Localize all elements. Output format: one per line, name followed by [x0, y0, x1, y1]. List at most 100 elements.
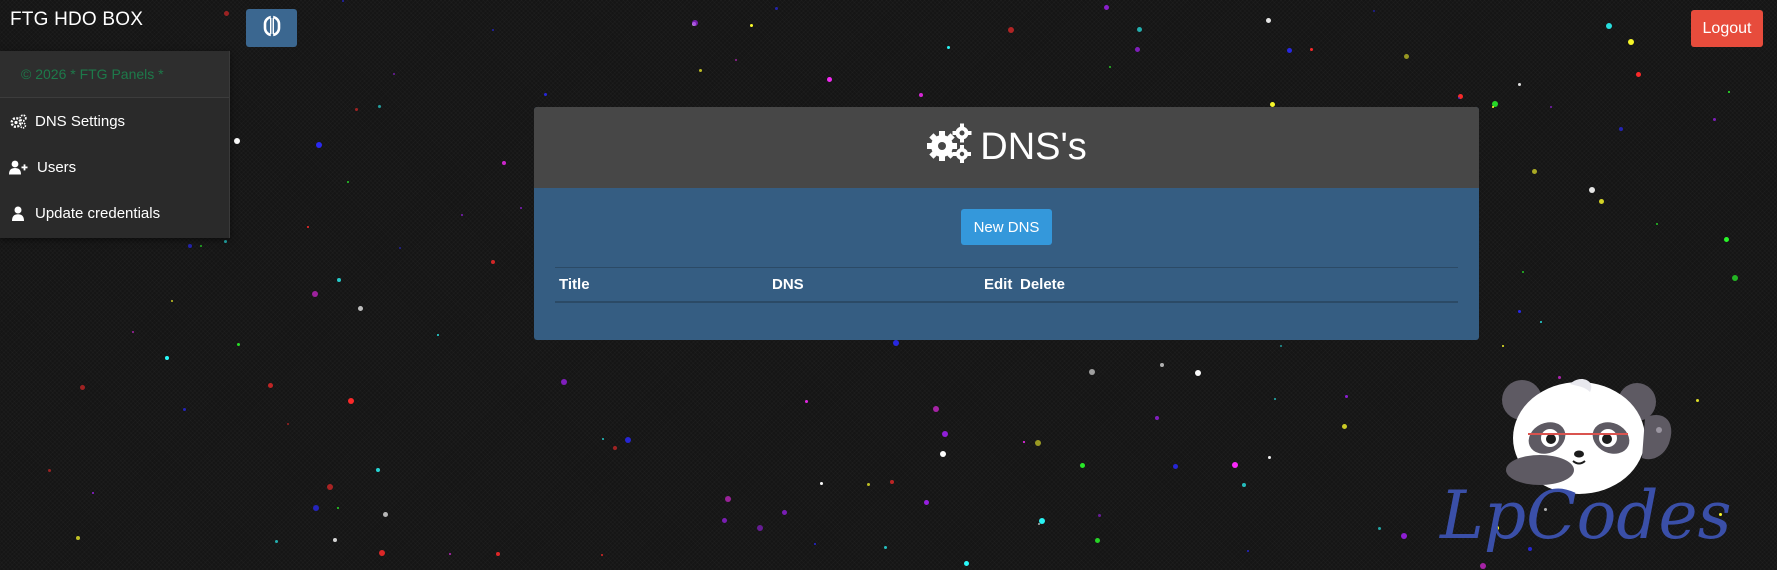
background-star — [613, 446, 617, 450]
background-star — [1619, 127, 1623, 131]
sidebar-item-dns-settings[interactable]: DNS Settings — [0, 98, 229, 144]
background-star — [1137, 27, 1142, 32]
background-star — [449, 553, 451, 555]
background-star — [234, 138, 240, 144]
background-star — [383, 512, 388, 517]
background-star — [1039, 518, 1045, 524]
background-star — [1480, 563, 1486, 569]
background-star — [1008, 27, 1014, 33]
background-star — [48, 469, 51, 472]
background-star — [200, 245, 202, 247]
sidebar-toggle-button[interactable] — [246, 9, 297, 47]
background-star — [379, 550, 385, 556]
background-star — [1089, 369, 1095, 375]
background-star — [1155, 416, 1159, 420]
background-star — [820, 482, 823, 485]
background-star — [1589, 187, 1595, 193]
sidebar-item-users[interactable]: Users — [0, 144, 229, 190]
sidebar-item-label: DNS Settings — [35, 112, 126, 130]
background-star — [1378, 527, 1381, 530]
background-star — [924, 500, 929, 505]
logout-button[interactable]: Logout — [1691, 10, 1763, 47]
background-star — [1636, 72, 1641, 77]
background-star — [1080, 463, 1085, 468]
sidebar-item-label: Update credentials — [35, 204, 161, 222]
dns-panel-header: DNS's — [534, 107, 1479, 188]
background-star — [342, 0, 344, 2]
background-star — [1280, 345, 1282, 347]
background-star — [1518, 310, 1521, 313]
dns-panel: DNS's New DNS Title DNS Edit Delete — [534, 107, 1479, 340]
background-star — [601, 554, 603, 556]
background-star — [1728, 91, 1730, 93]
background-star — [1458, 97, 1460, 99]
background-star — [544, 93, 547, 96]
background-star — [312, 291, 318, 297]
panda-mascot: LpCodes — [1439, 378, 1732, 554]
background-star — [1606, 23, 1612, 29]
background-star — [964, 561, 969, 566]
background-star — [347, 181, 349, 183]
background-star — [602, 438, 604, 440]
background-star — [725, 496, 731, 502]
background-star — [399, 247, 401, 249]
background-star — [1135, 47, 1140, 52]
background-star — [947, 46, 950, 49]
background-star — [1109, 66, 1111, 68]
sidebar-item-label: Users — [37, 158, 77, 176]
page-title: DNS's — [980, 126, 1087, 168]
background-star — [1274, 398, 1276, 400]
background-star — [1247, 550, 1249, 552]
background-star — [561, 379, 567, 385]
background-star — [313, 505, 319, 511]
background-star — [1656, 223, 1658, 225]
dns-table-header: Title DNS Edit Delete — [555, 267, 1458, 303]
background-star — [940, 451, 946, 457]
background-star — [1540, 321, 1542, 323]
gears-icon — [8, 113, 28, 129]
background-star — [1550, 106, 1552, 108]
background-star — [893, 340, 899, 346]
background-star — [1035, 440, 1041, 446]
background-star — [1104, 5, 1109, 10]
background-star — [1401, 533, 1407, 539]
background-star — [132, 331, 134, 333]
background-star — [1532, 169, 1537, 174]
background-star — [814, 543, 816, 545]
column-header-dns: DNS — [772, 276, 804, 293]
background-star — [502, 161, 506, 165]
background-star — [307, 226, 309, 228]
background-star — [80, 385, 85, 390]
background-star — [1628, 39, 1634, 45]
background-star — [333, 538, 337, 542]
column-header-title: Title — [559, 276, 590, 293]
background-star — [1268, 456, 1271, 459]
background-star — [378, 105, 381, 108]
background-star — [1266, 18, 1271, 23]
background-star — [1492, 106, 1494, 108]
background-star — [393, 73, 395, 75]
background-star — [1232, 462, 1238, 468]
background-star — [722, 518, 727, 523]
background-star — [287, 423, 289, 425]
background-star — [1599, 199, 1604, 204]
background-star — [316, 142, 322, 148]
background-star — [699, 69, 702, 72]
background-star — [224, 240, 227, 243]
new-dns-button[interactable]: New DNS — [961, 209, 1052, 245]
background-star — [165, 356, 169, 360]
background-star — [1522, 271, 1524, 273]
background-star — [496, 552, 500, 556]
background-star — [1310, 48, 1313, 51]
background-star — [268, 383, 273, 388]
background-star — [782, 510, 787, 515]
background-star — [437, 334, 439, 336]
background-star — [933, 406, 939, 412]
background-star — [275, 540, 278, 543]
background-star — [337, 507, 339, 509]
background-star — [1713, 118, 1716, 121]
background-star — [625, 437, 631, 443]
background-star — [1173, 464, 1178, 469]
sidebar-item-update-credentials[interactable]: Update credentials — [0, 190, 229, 236]
background-star — [327, 484, 333, 490]
